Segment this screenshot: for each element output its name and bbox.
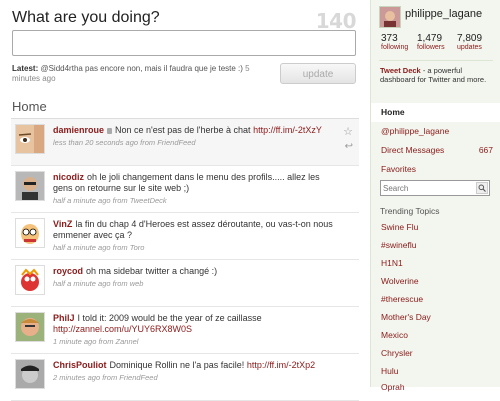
trending-title: Trending Topics xyxy=(380,206,440,216)
divider xyxy=(379,60,493,61)
main-column: What are you doing? 140 Latest: @Sidd4rt… xyxy=(0,0,370,401)
tweet-username[interactable]: VinZ xyxy=(53,219,72,229)
updates-stat[interactable]: 7,809 updates xyxy=(457,33,482,51)
tweet-meta[interactable]: 2 minutes ago from FriendFeed xyxy=(53,372,333,383)
tweet-meta[interactable]: less than 20 seconds ago from FriendFeed xyxy=(53,137,333,148)
search-icon xyxy=(478,184,486,192)
avatar[interactable] xyxy=(15,171,45,201)
timeline: damienroue Non ce n'est pas de l'herbe à … xyxy=(11,118,359,401)
tweet-link[interactable]: http://zannel.com/u/YUY6RX8W0S xyxy=(53,324,192,334)
tweet-text: la fin du chap 4 d'Heroes est assez déro… xyxy=(53,219,333,240)
tweet-row: damienroue Non ce n'est pas de l'herbe à … xyxy=(11,119,359,166)
star-icon[interactable]: ☆ xyxy=(343,125,353,138)
followers-stat[interactable]: 1,479 followers xyxy=(417,33,445,51)
nav-favorites[interactable]: Favorites xyxy=(371,160,500,179)
avatar[interactable] xyxy=(15,124,45,154)
avatar[interactable] xyxy=(15,265,45,295)
profile-name[interactable]: philippe_lagane xyxy=(405,8,482,20)
timeline-heading: Home xyxy=(12,99,47,114)
tweet-row: VinZ la fin du chap 4 d'Heroes est assez … xyxy=(11,213,359,260)
tweet-username[interactable]: damienroue xyxy=(53,125,104,135)
trend-link[interactable]: Chrysler xyxy=(381,348,413,358)
sidebar: philippe_lagane 373 following 1,479 foll… xyxy=(370,0,500,392)
tweet-text: Non ce n'est pas de l'herbe à chat xyxy=(115,125,251,135)
search-box xyxy=(380,180,490,196)
latest-text: @Sidd4rtha pas encore non, mais il faudr… xyxy=(40,64,243,73)
tweet-row: ChrisPouliot Dominique Rollin ne l'a pas … xyxy=(11,354,359,401)
tweet-link[interactable]: http://ff.im/-2tXp2 xyxy=(247,360,315,370)
trend-link[interactable]: Wolverine xyxy=(381,276,419,286)
avatar[interactable] xyxy=(15,218,45,248)
tweet-text: Dominique Rollin ne l'a pas facile! xyxy=(109,360,245,370)
trend-link[interactable]: Hulu xyxy=(381,366,398,376)
latest-label: Latest: xyxy=(12,64,39,73)
status-input[interactable] xyxy=(12,30,356,56)
latest-status: Latest: @Sidd4rtha pas encore non, mais … xyxy=(12,64,274,84)
trend-link[interactable]: #therescue xyxy=(381,294,423,304)
dm-count: 667 xyxy=(478,145,493,155)
tweet-meta[interactable]: half a minute ago from Toro xyxy=(53,242,333,253)
tweet-row: PhilJ I told it: 2009 would be the year o… xyxy=(11,307,359,354)
trend-link[interactable]: H1N1 xyxy=(381,258,403,268)
tweet-meta[interactable]: half a minute ago from TweetDeck xyxy=(53,195,333,206)
avatar[interactable] xyxy=(15,312,45,342)
tweet-meta[interactable]: half a minute ago from web xyxy=(53,278,333,289)
sidebar-ad[interactable]: Tweet Deck - a powerful dashboard for Tw… xyxy=(380,66,494,84)
tweet-text: I told it: 2009 would be the year of ze … xyxy=(77,313,262,323)
tweet-link[interactable]: http://ff.im/-2tXzY xyxy=(253,125,322,135)
tweet-username[interactable]: roycod xyxy=(53,266,83,276)
trend-link[interactable]: Mother's Day xyxy=(381,312,431,322)
profile-avatar[interactable] xyxy=(379,6,401,28)
trend-link[interactable]: Swine Flu xyxy=(381,222,418,232)
following-stat[interactable]: 373 following xyxy=(381,33,408,51)
tweet-text: oh le joli changement dans le menu des p… xyxy=(53,172,320,193)
ad-title: Tweet Deck xyxy=(380,66,421,75)
lock-icon xyxy=(107,127,113,134)
tweet-meta[interactable]: 1 minute ago from Zannel xyxy=(53,336,333,347)
trend-link[interactable]: Mexico xyxy=(381,330,408,340)
status-prompt: What are you doing? xyxy=(12,9,160,26)
update-button[interactable]: update xyxy=(280,63,356,84)
reply-icon[interactable]: ↩ xyxy=(345,141,353,152)
trend-link[interactable]: Oprah xyxy=(381,382,405,392)
avatar[interactable] xyxy=(15,359,45,389)
nav-direct-messages[interactable]: Direct Messages 667 xyxy=(371,141,500,160)
tweet-username[interactable]: nicodiz xyxy=(53,172,84,182)
tweet-text: oh ma sidebar twitter a changé :) xyxy=(86,266,218,276)
trend-link[interactable]: #swineflu xyxy=(381,240,416,250)
tweet-username[interactable]: ChrisPouliot xyxy=(53,360,107,370)
search-button[interactable] xyxy=(476,182,488,194)
tweet-username[interactable]: PhilJ xyxy=(53,313,75,323)
nav-mentions[interactable]: @philippe_lagane xyxy=(371,122,500,141)
nav-home[interactable]: Home xyxy=(371,103,500,122)
tweet-row: nicodiz oh le joli changement dans le men… xyxy=(11,166,359,213)
tweet-row: roycod oh ma sidebar twitter a changé :) … xyxy=(11,260,359,307)
search-input[interactable] xyxy=(383,182,469,194)
